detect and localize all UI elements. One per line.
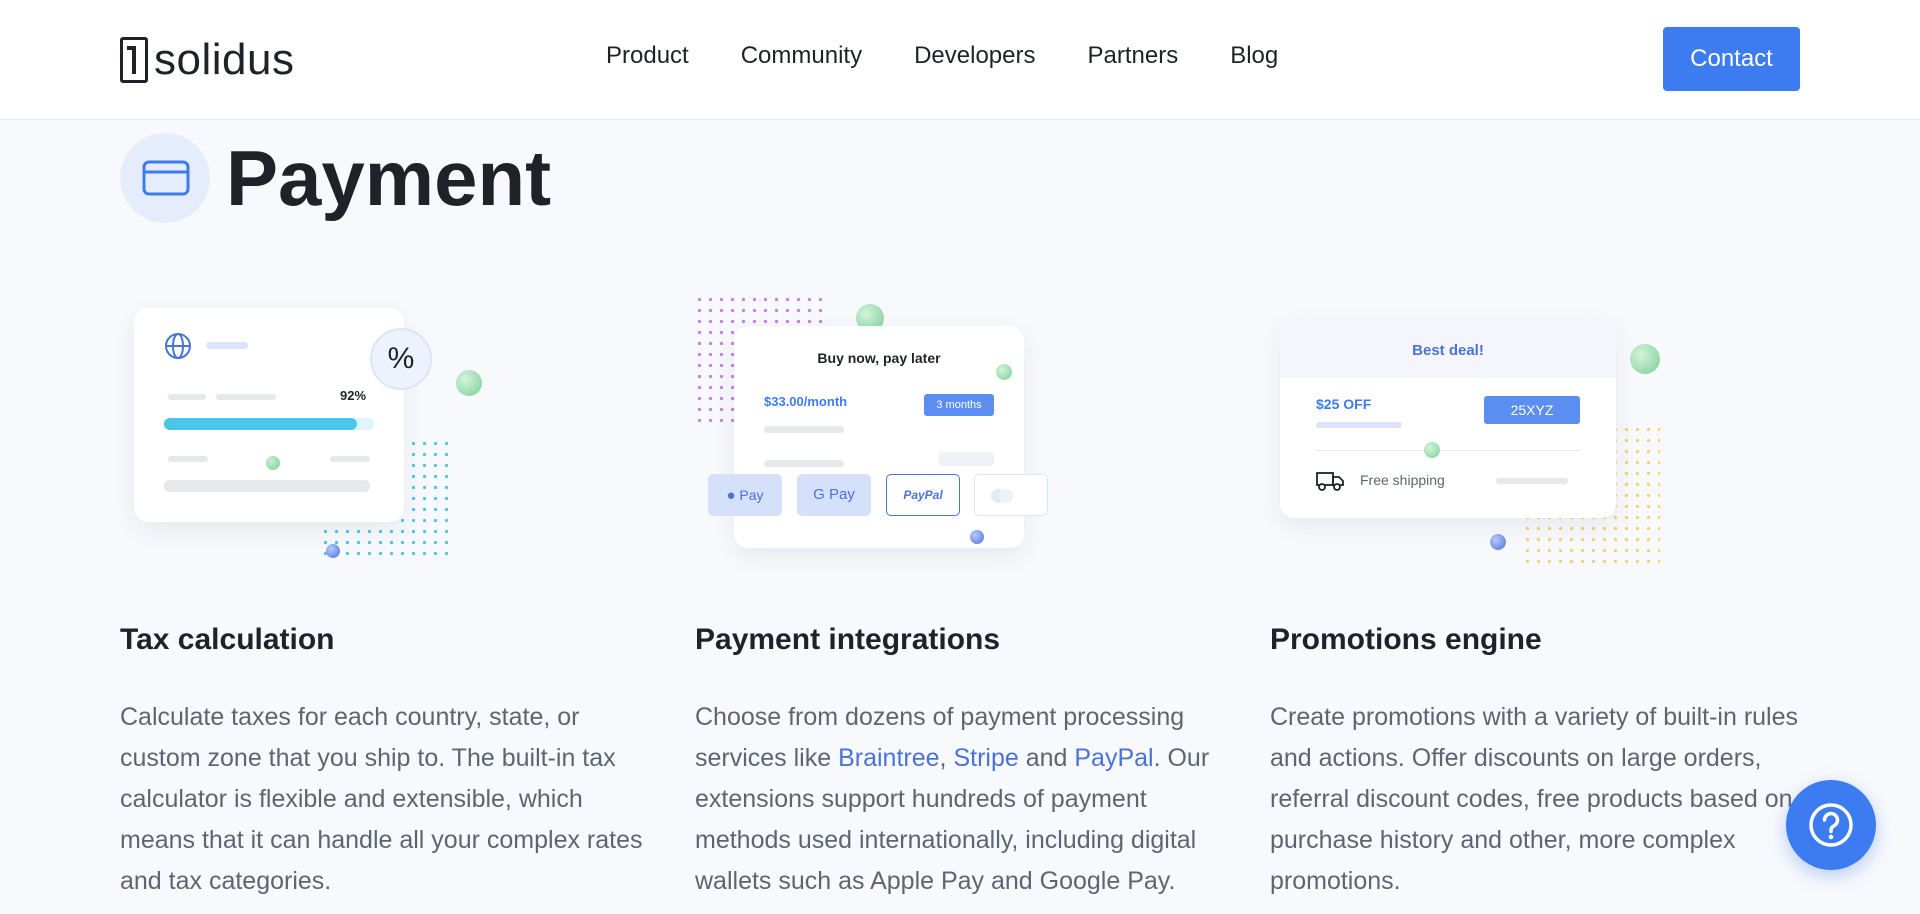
brand-logo[interactable]: solidus (120, 36, 294, 84)
tax-progress-track (164, 418, 374, 430)
promotions-illustration: Best deal! $25 OFF 25XYZ Free shipping (1270, 300, 1670, 570)
feature-title-promotions: Promotions engine (1270, 623, 1542, 656)
apple-pay-label: Pay (739, 487, 764, 503)
tax-card: 92% (134, 308, 404, 522)
paypal-chip: PayPal (886, 474, 960, 516)
section-title: Payment (226, 134, 552, 222)
contact-button[interactable]: Contact (1663, 27, 1800, 91)
decorative-orb (996, 364, 1012, 380)
percent-badge: % (370, 328, 432, 390)
google-pay-chip: G Pay (797, 474, 871, 516)
decorative-orb (1630, 344, 1660, 374)
promo-card: Best deal! $25 OFF 25XYZ Free shipping (1280, 320, 1616, 518)
decorative-orb (266, 456, 280, 470)
promo-code-badge: 25XYZ (1484, 396, 1580, 424)
nav-item-blog[interactable]: Blog (1230, 38, 1278, 74)
solidus-logo-icon (120, 37, 148, 83)
truck-icon (1316, 472, 1344, 491)
globe-icon (165, 333, 191, 359)
brand-name: solidus (154, 35, 295, 84)
promo-heading: Best deal! (1412, 342, 1484, 359)
nav-item-partners[interactable]: Partners (1087, 38, 1178, 74)
tax-percent: 92% (340, 388, 367, 403)
nav-item-developers[interactable]: Developers (914, 38, 1035, 74)
google-pay-label: G Pay (813, 486, 855, 503)
nav-item-community[interactable]: Community (741, 38, 862, 74)
site-header: solidus Product Community Developers Par… (0, 0, 1920, 120)
decorative-orb (1490, 534, 1506, 550)
payment-price: $33.00/month (764, 394, 848, 409)
help-button[interactable] (1786, 780, 1876, 870)
question-mark-icon (1809, 803, 1853, 847)
paypal-link[interactable]: PayPal (1074, 744, 1153, 772)
apple-icon: ● (726, 487, 736, 504)
feature-text-promotions: Create promotions with a variety of buil… (1270, 703, 1799, 895)
tax-illustration: 92% % (120, 300, 500, 570)
percent-icon: % (387, 342, 415, 375)
card-chip (974, 474, 1048, 516)
braintree-link[interactable]: Braintree (838, 744, 939, 772)
promo-discount: $25 OFF (1316, 396, 1372, 412)
credit-card-icon (120, 133, 210, 223)
decorative-orb (970, 530, 984, 544)
feature-title-tax: Tax calculation (120, 623, 335, 656)
stripe-link[interactable]: Stripe (953, 744, 1018, 772)
payment-term-badge: 3 months (924, 394, 994, 416)
apple-pay-chip: ● Pay (708, 474, 782, 516)
payment-card-heading: Buy now, pay later (817, 350, 941, 366)
decorative-orb (1424, 442, 1440, 458)
promo-shipping: Free shipping (1360, 472, 1445, 488)
decorative-orb (326, 544, 340, 558)
feature-text-tax: Calculate taxes for each country, state,… (120, 703, 643, 895)
main-nav: Product Community Developers Partners Bl… (606, 38, 1278, 74)
paypal-label: PayPal (903, 488, 943, 502)
feature-title-payments: Payment integrations (695, 623, 1001, 656)
nav-item-product[interactable]: Product (606, 38, 689, 74)
feature-text-payments: Choose from dozens of payment processing… (695, 703, 1210, 895)
decorative-orb (456, 370, 482, 396)
payments-illustration: Buy now, pay later $33.00/month 3 months… (690, 290, 1070, 560)
tax-progress-fill (164, 418, 358, 430)
